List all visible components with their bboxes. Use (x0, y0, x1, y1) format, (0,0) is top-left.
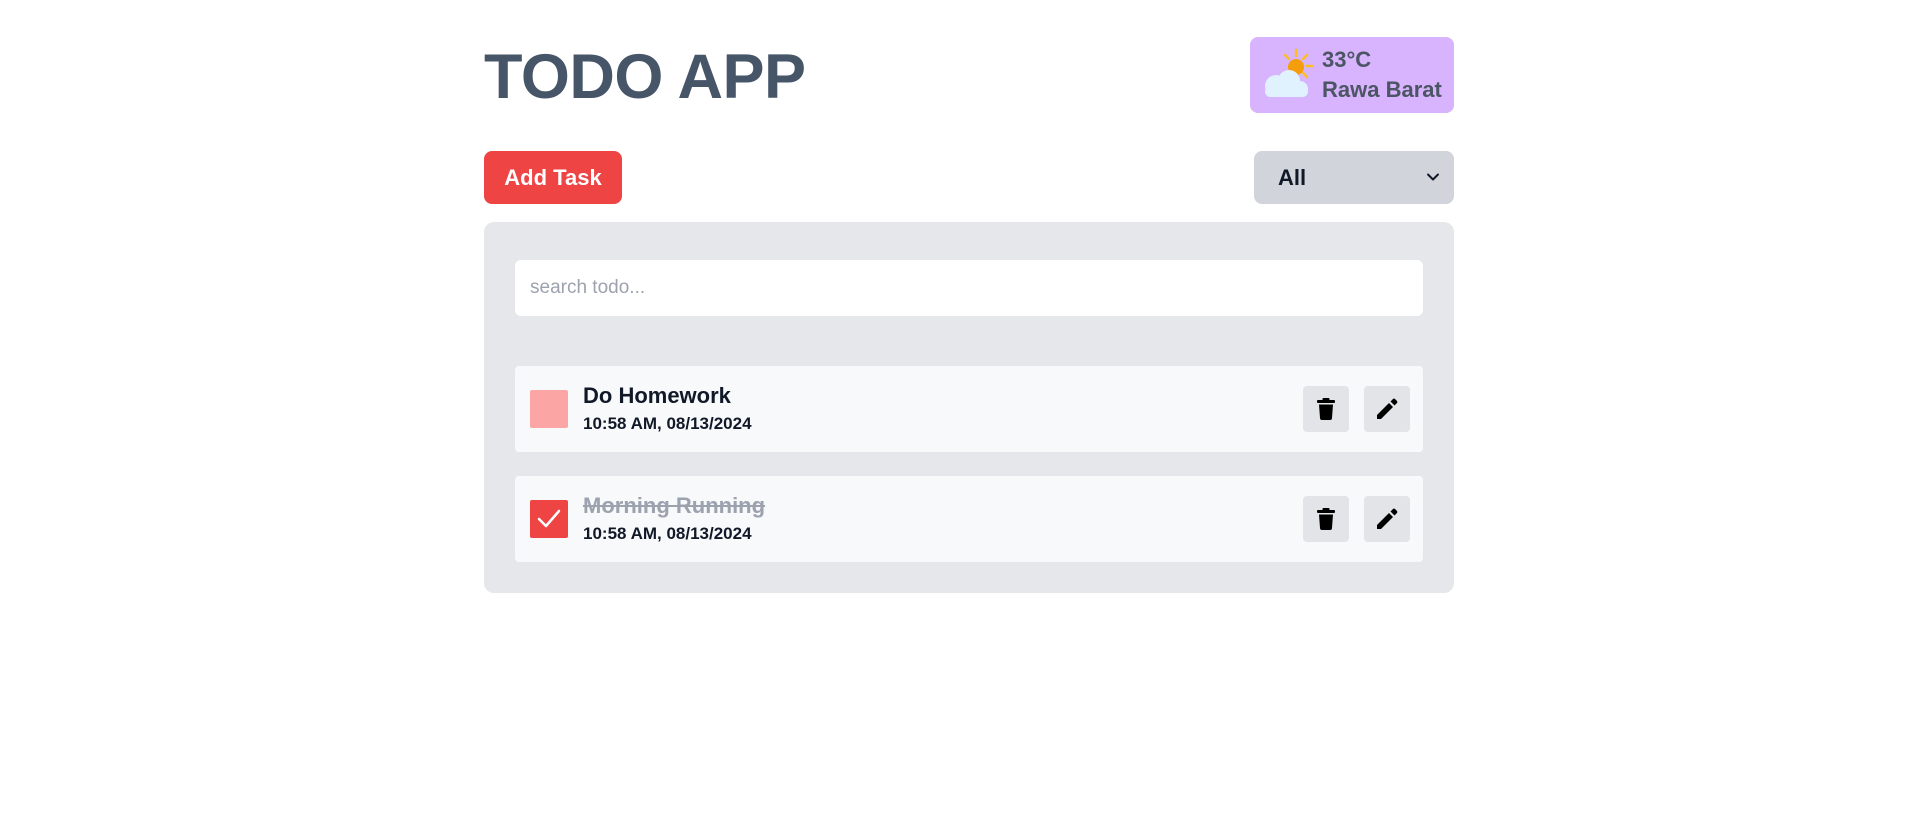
todo-panel: Do Homework 10:58 AM, 08/13/2024 (484, 222, 1454, 593)
todo-title: Morning Running (583, 493, 766, 518)
pencil-icon (1377, 508, 1398, 529)
weather-widget: 33°C Rawa Barat (1250, 37, 1454, 113)
search-input[interactable] (515, 260, 1423, 316)
filter-selected-value: All (1278, 164, 1307, 190)
partly-cloudy-sun-icon (1265, 48, 1314, 97)
weather-temperature: 33°C (1322, 47, 1372, 72)
chevron-down-icon (1427, 173, 1439, 181)
todo-checkbox[interactable] (530, 390, 568, 428)
delete-button[interactable] (1303, 496, 1349, 542)
weather-location: Rawa Barat (1322, 77, 1442, 102)
edit-button[interactable] (1364, 496, 1410, 542)
app-title: TODO APP (484, 42, 806, 112)
app-container: TODO APP 33°C Rawa Barat Add Task All se… (484, 0, 1454, 593)
pencil-icon (1377, 398, 1398, 419)
toolbar: Add Task All (484, 151, 1454, 204)
todo-title: Do Homework (583, 383, 731, 408)
status-filter-select[interactable]: All (1254, 151, 1454, 204)
trash-icon (1317, 398, 1335, 420)
edit-button[interactable] (1364, 386, 1410, 432)
todo-timestamp: 10:58 AM, 08/13/2024 (583, 414, 752, 433)
trash-icon (1317, 508, 1335, 530)
delete-button[interactable] (1303, 386, 1349, 432)
weather-info: 33°C Rawa Barat (1322, 45, 1442, 105)
add-task-button[interactable]: Add Task (484, 151, 622, 204)
todo-timestamp: 10:58 AM, 08/13/2024 (583, 524, 752, 543)
todo-checkbox[interactable] (530, 500, 568, 538)
header: TODO APP 33°C Rawa Barat (484, 0, 1454, 146)
todo-item: Do Homework 10:58 AM, 08/13/2024 (515, 366, 1423, 452)
todo-item: Morning Running 10:58 AM, 08/13/2024 (515, 476, 1423, 562)
checkmark-icon (537, 509, 561, 528)
